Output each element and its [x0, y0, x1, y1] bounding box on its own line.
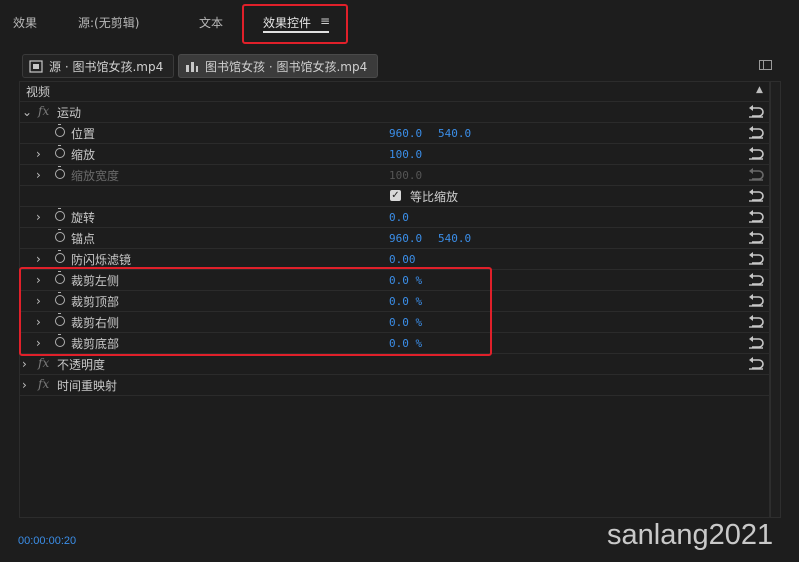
property-row[interactable]: › 裁剪底部 0.0 %	[20, 333, 770, 354]
clip-selector-bar: 源 · 图书馆女孩.mp4 图书馆女孩 · 图书馆女孩.mp4	[20, 54, 780, 80]
property-value[interactable]: 0.0 %	[389, 274, 422, 287]
tab-source[interactable]: 源:(无剪辑)	[78, 14, 139, 31]
stopwatch-icon[interactable]	[55, 334, 65, 347]
stopwatch-icon[interactable]	[55, 124, 65, 137]
chevron-right-icon[interactable]: ›	[36, 315, 41, 329]
property-label: 位置	[71, 127, 96, 141]
vertical-scrollbar[interactable]	[770, 81, 781, 518]
property-value[interactable]: 0.0 %	[389, 337, 422, 350]
chevron-right-icon[interactable]: ›	[36, 147, 41, 161]
sequence-icon	[186, 61, 198, 72]
property-value[interactable]: 0.0 %	[389, 316, 422, 329]
stopwatch-icon[interactable]	[55, 250, 65, 263]
reset-icon[interactable]	[747, 313, 765, 329]
property-row[interactable]: › 缩放 100.0	[20, 144, 770, 165]
fx-icon[interactable]: fx	[38, 104, 49, 118]
property-label: 裁剪右侧	[71, 316, 120, 330]
tab-effects[interactable]: 效果	[13, 14, 37, 31]
tab-text[interactable]: 文本	[199, 14, 223, 31]
chevron-right-icon[interactable]: ›	[36, 273, 41, 287]
reset-icon[interactable]	[747, 124, 765, 140]
stopwatch-icon[interactable]	[55, 166, 65, 179]
stopwatch-icon[interactable]	[55, 313, 65, 326]
tab-effect-controls[interactable]: 效果控件	[263, 14, 311, 31]
property-value-2[interactable]: 540.0	[438, 232, 471, 245]
property-label: 旋转	[71, 211, 96, 225]
effect-group-label: 时间重映射	[57, 379, 118, 393]
uniform-scale-checkbox[interactable]: ✓	[390, 190, 401, 201]
property-row[interactable]: › 裁剪顶部 0.0 %	[20, 291, 770, 312]
chevron-right-icon[interactable]: ›	[36, 252, 41, 266]
property-row[interactable]: ✓ 等比缩放	[20, 186, 770, 207]
effect-group-row[interactable]: › fx 时间重映射	[20, 375, 770, 396]
section-header-row: 视频 ▲	[20, 81, 770, 102]
stopwatch-icon[interactable]	[55, 229, 65, 242]
chevron-right-icon[interactable]: ›	[36, 168, 41, 182]
property-value[interactable]: 100.0	[389, 148, 422, 161]
stopwatch-icon[interactable]	[55, 208, 65, 221]
panel-tab-bar: 效果 源:(无剪辑) 文本 效果控件 ≡	[0, 0, 799, 44]
property-value[interactable]: 0.00	[389, 253, 416, 266]
active-tab-indicator	[263, 31, 329, 33]
property-row[interactable]: › 旋转 0.0	[20, 207, 770, 228]
sequence-clip-label: 图书馆女孩 · 图书馆女孩.mp4	[205, 59, 368, 74]
property-value-2[interactable]: 540.0	[438, 127, 471, 140]
reset-icon[interactable]	[747, 145, 765, 161]
toggle-timeline-icon[interactable]	[759, 60, 772, 70]
sequence-clip-button[interactable]: 图书馆女孩 · 图书馆女孩.mp4	[178, 54, 378, 78]
property-value[interactable]: 100.0	[389, 169, 422, 182]
property-row[interactable]: › 裁剪右侧 0.0 %	[20, 312, 770, 333]
property-label: 裁剪顶部	[71, 295, 120, 309]
property-label: 缩放宽度	[71, 169, 120, 183]
panel-menu-icon[interactable]: ≡	[320, 14, 330, 28]
property-label: 锚点	[71, 232, 96, 246]
reset-icon[interactable]	[747, 334, 765, 350]
property-row[interactable]: 锚点 960.0 540.0	[20, 228, 770, 249]
property-label: 裁剪底部	[71, 337, 120, 351]
scroll-up-icon[interactable]: ▲	[756, 85, 763, 95]
fx-icon[interactable]: fx	[38, 377, 49, 391]
property-row[interactable]: › 缩放宽度 100.0	[20, 165, 770, 186]
chevron-right-icon[interactable]: ›	[36, 210, 41, 224]
property-value[interactable]: 0.0	[389, 211, 409, 224]
stopwatch-icon[interactable]	[55, 271, 65, 284]
reset-icon[interactable]	[747, 355, 765, 371]
source-clip-button[interactable]: 源 · 图书馆女孩.mp4	[22, 54, 174, 78]
chevron-right-icon[interactable]: ›	[22, 357, 27, 371]
reset-icon[interactable]	[747, 187, 765, 203]
section-header-video: 视频	[26, 85, 51, 99]
reset-icon[interactable]	[747, 103, 765, 119]
property-row[interactable]: › 裁剪左侧 0.0 %	[20, 270, 770, 291]
property-value[interactable]: 960.0	[389, 127, 422, 140]
reset-icon[interactable]	[747, 166, 765, 182]
effect-group-row[interactable]: ⌄ fx 运动	[20, 102, 770, 123]
reset-icon[interactable]	[747, 271, 765, 287]
effect-group-label: 不透明度	[57, 358, 106, 372]
source-clip-label: 源 · 图书馆女孩.mp4	[49, 59, 164, 74]
property-label: 裁剪左侧	[71, 274, 120, 288]
property-value[interactable]: 0.0 %	[389, 295, 422, 308]
property-label: 防闪烁滤镜	[71, 253, 132, 267]
watermark: sanlang2021	[607, 519, 774, 551]
stopwatch-icon[interactable]	[55, 145, 65, 158]
property-row[interactable]: 位置 960.0 540.0	[20, 123, 770, 144]
effect-group-label: 运动	[57, 106, 82, 120]
chevron-right-icon[interactable]: ›	[22, 378, 27, 392]
reset-icon[interactable]	[747, 229, 765, 245]
current-timecode[interactable]: 00:00:00:20	[18, 535, 76, 547]
chevron-down-icon[interactable]: ⌄	[22, 105, 32, 119]
property-value[interactable]: 960.0	[389, 232, 422, 245]
effect-group-row[interactable]: › fx 不透明度	[20, 354, 770, 375]
property-label: 缩放	[71, 148, 96, 162]
fx-icon[interactable]: fx	[38, 356, 49, 370]
property-row[interactable]: › 防闪烁滤镜 0.00	[20, 249, 770, 270]
reset-icon[interactable]	[747, 250, 765, 266]
reset-icon[interactable]	[747, 292, 765, 308]
clip-icon	[29, 59, 43, 73]
uniform-scale-label: 等比缩放	[410, 190, 459, 204]
chevron-right-icon[interactable]: ›	[36, 294, 41, 308]
stopwatch-icon[interactable]	[55, 292, 65, 305]
reset-icon[interactable]	[747, 208, 765, 224]
chevron-right-icon[interactable]: ›	[36, 336, 41, 350]
